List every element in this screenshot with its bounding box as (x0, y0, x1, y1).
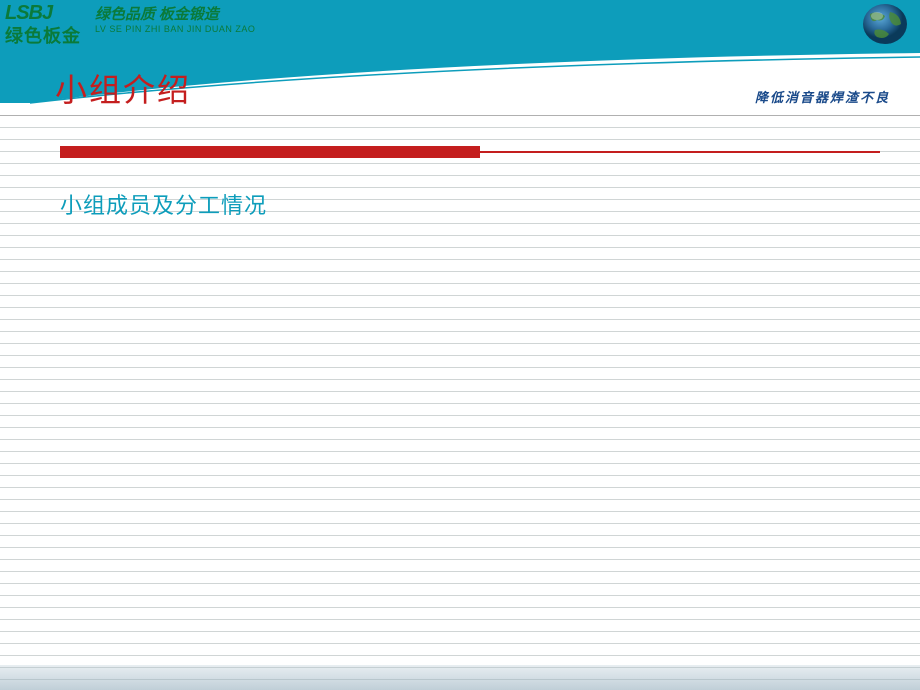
title-area: 小组介绍 降低消音器焊渣不良 (0, 45, 920, 115)
slide-subtitle: 降低消音器焊渣不良 (755, 87, 890, 106)
content-area: 小组成员及分工情况 (0, 115, 920, 690)
section-heading: 小组成员及分工情况 (60, 188, 267, 220)
bottom-gradient (0, 665, 920, 690)
logo-slogan: 绿色品质 板金锻造 (95, 3, 219, 24)
red-divider (60, 146, 880, 158)
slide-title: 小组介绍 (55, 65, 191, 111)
logo-pinyin: LV SE PIN ZHI BAN JIN DUAN ZAO (95, 24, 255, 34)
red-bar-thick (60, 146, 480, 158)
globe-icon (855, 2, 910, 47)
red-bar-thin (480, 151, 880, 153)
header-bar: LSBJ 绿色板金 绿色品质 板金锻造 LV SE PIN ZHI BAN JI… (0, 0, 920, 45)
